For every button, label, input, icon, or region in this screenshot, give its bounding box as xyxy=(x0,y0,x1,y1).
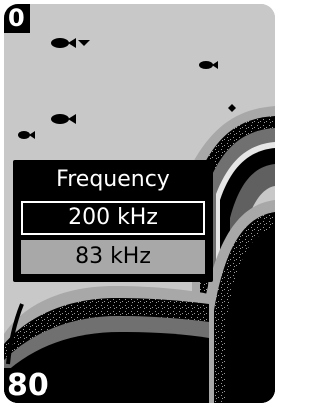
sonar-screen: 0 80 0 kHz Frequency 200 kHz 83 kHz xyxy=(0,0,279,407)
sonar-display: 0 80 0 kHz Frequency 200 kHz 83 kHz xyxy=(4,4,275,403)
frequency-menu-title: Frequency xyxy=(56,167,170,192)
frequency-menu: Frequency 200 kHz 83 kHz xyxy=(13,160,213,282)
frequency-overlay-text: 0 kHz xyxy=(44,384,98,403)
frequency-option-83khz[interactable]: 83 kHz xyxy=(21,240,205,274)
depth-scale-top: 0 xyxy=(4,4,30,33)
frequency-option-200khz[interactable]: 200 kHz xyxy=(21,201,205,235)
